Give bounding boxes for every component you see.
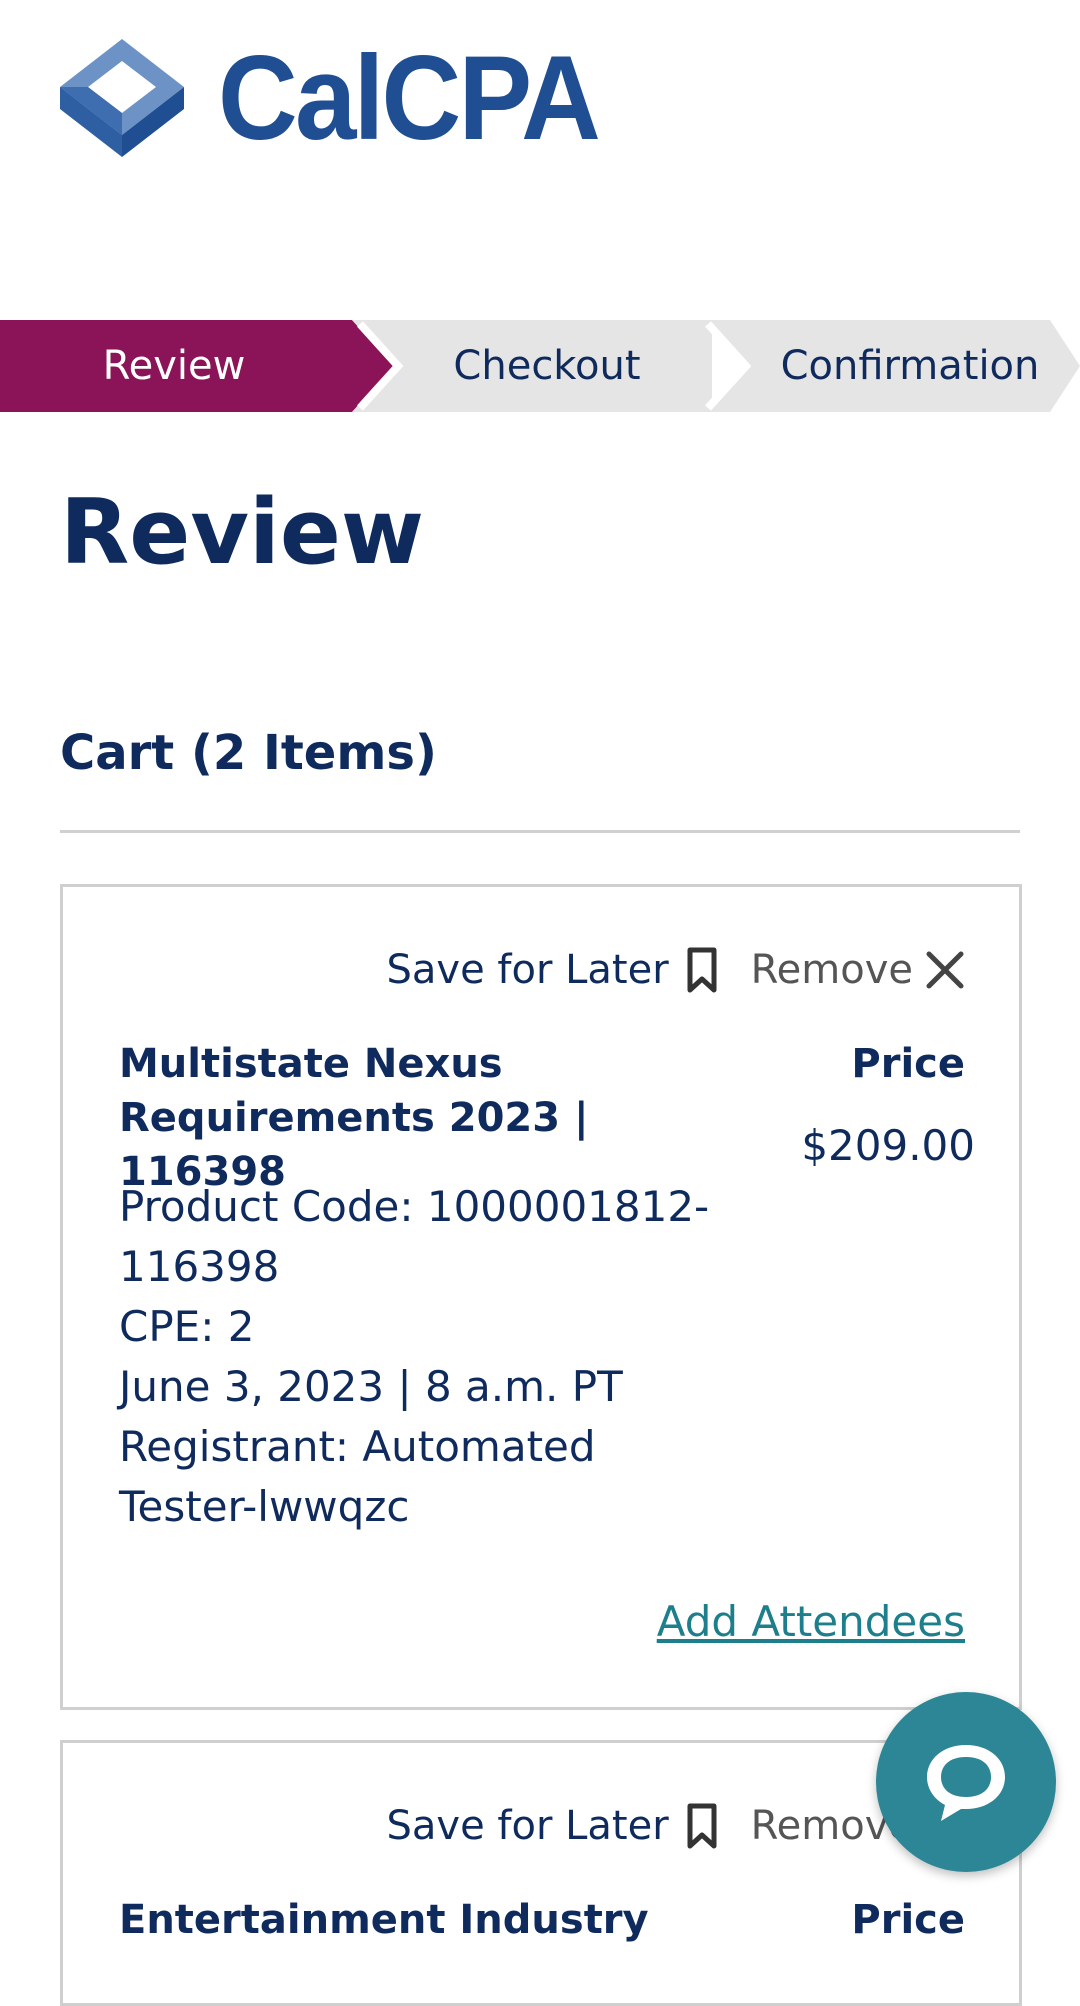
- product-code: Product Code: 1000001812-116398: [119, 1182, 710, 1291]
- chat-button[interactable]: [876, 1692, 1056, 1872]
- item-actions: Save for Later Remove: [387, 1803, 965, 1849]
- step-checkout-label: Checkout: [453, 343, 641, 389]
- close-icon: [926, 951, 964, 989]
- checkout-progress: Review Checkout Confirmation: [0, 320, 1080, 412]
- remove-button[interactable]: Remove: [751, 947, 965, 993]
- price-label: Price: [851, 1897, 965, 1943]
- step-confirmation: Confirmation: [700, 320, 1080, 412]
- step-checkout: Checkout: [352, 320, 712, 412]
- save-for-later-button[interactable]: Save for Later: [387, 947, 717, 993]
- price-label: Price: [851, 1041, 965, 1087]
- step-review-label: Review: [102, 343, 246, 389]
- item-actions: Save for Later Remove: [387, 947, 965, 993]
- divider: [60, 830, 1020, 833]
- item-title: Multistate Nexus Requirements 2023 | 116…: [119, 1041, 589, 1195]
- save-for-later-label: Save for Later: [386, 947, 669, 993]
- save-for-later-button[interactable]: Save for Later: [387, 1803, 717, 1849]
- item-details: Product Code: 1000001812-116398 CPE: 2 J…: [119, 1177, 719, 1537]
- logo-cube-icon: [60, 39, 184, 157]
- cart-item: Save for Later Remove Multistate Nexus R…: [60, 884, 1022, 1710]
- logo-wordmark: CalCPA: [218, 31, 601, 165]
- price-value: $209.00: [801, 1121, 975, 1170]
- cart-title: Cart (2 Items): [60, 725, 437, 781]
- save-for-later-label: Save for Later: [386, 1803, 669, 1849]
- bookmark-icon: [687, 947, 717, 993]
- item-title: Entertainment Industry: [119, 1897, 649, 1943]
- registrant: Registrant: Automated Tester-lwwqzc: [119, 1422, 596, 1531]
- step-confirmation-label: Confirmation: [780, 343, 1040, 389]
- page-title: Review: [60, 480, 425, 585]
- bookmark-icon: [687, 1803, 717, 1849]
- event-date: June 3, 2023 | 8 a.m. PT: [119, 1362, 623, 1411]
- remove-label: Remove: [750, 947, 913, 993]
- add-attendees-link[interactable]: Add Attendees: [657, 1597, 965, 1646]
- calcpa-logo[interactable]: CalCPA: [60, 38, 631, 158]
- chat-icon: [927, 1745, 1005, 1821]
- step-review: Review: [0, 320, 400, 412]
- cpe-credits: CPE: 2: [119, 1302, 255, 1351]
